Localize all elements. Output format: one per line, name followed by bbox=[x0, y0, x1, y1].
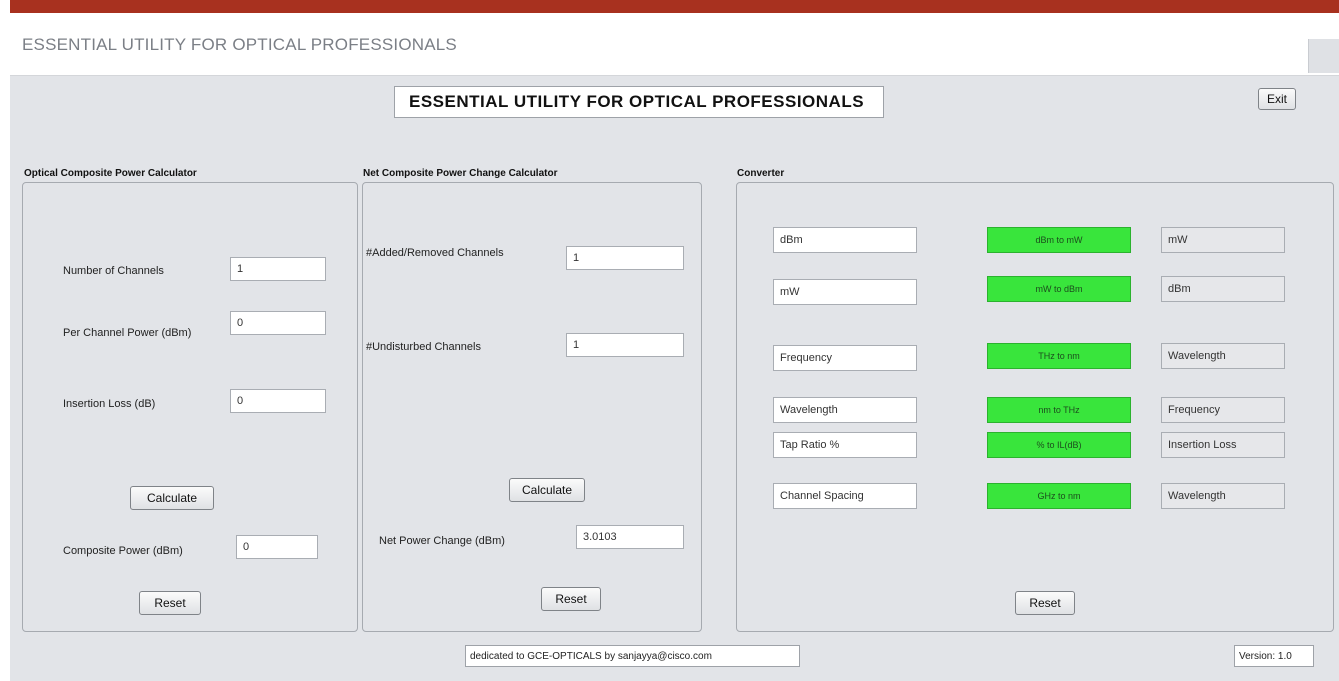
exit-button-label: Exit bbox=[1266, 92, 1287, 106]
net-reset-button[interactable]: Reset bbox=[541, 587, 601, 611]
window-frame-top bbox=[0, 0, 1339, 13]
frequency-output[interactable]: Frequency bbox=[1161, 397, 1285, 423]
converter-reset-label: Reset bbox=[1029, 596, 1061, 610]
net-reset-label: Reset bbox=[555, 592, 587, 606]
per-channel-power-input[interactable]: 0 bbox=[230, 311, 326, 335]
insertion-loss-input[interactable]: 0 bbox=[230, 389, 326, 413]
net-panel: #Added/Removed Channels 1 #Undisturbed C… bbox=[362, 182, 702, 632]
app-banner: ESSENTIAL UTILITY FOR OPTICAL PROFESSION… bbox=[394, 86, 884, 118]
main-client-area: ESSENTIAL UTILITY FOR OPTICAL PROFESSION… bbox=[10, 76, 1339, 681]
converter-section-title: Converter bbox=[737, 168, 785, 179]
converter-reset-button[interactable]: Reset bbox=[1015, 591, 1075, 615]
mw-to-dbm-button[interactable]: mW to dBm bbox=[987, 276, 1131, 302]
title-bar: ESSENTIAL UTILITY FOR OPTICAL PROFESSION… bbox=[10, 13, 1339, 76]
insertion-loss-output[interactable]: Insertion Loss bbox=[1161, 432, 1285, 458]
dbm-input[interactable]: dBm bbox=[773, 227, 917, 253]
channels-label: Number of Channels bbox=[63, 265, 164, 277]
composite-panel: Number of Channels 1 Per Channel Power (… bbox=[22, 182, 358, 632]
window-control-button[interactable] bbox=[1308, 39, 1339, 73]
undisturbed-channels-input[interactable]: 1 bbox=[566, 333, 684, 357]
per-channel-power-label: Per Channel Power (dBm) bbox=[63, 327, 192, 339]
added-channels-input[interactable]: 1 bbox=[566, 246, 684, 270]
dedication-text: dedicated to GCE-OPTICALS by sanjayya@ci… bbox=[465, 645, 800, 667]
undisturbed-channels-label: #Undisturbed Channels bbox=[366, 341, 481, 353]
added-channels-label: #Added/Removed Channels bbox=[366, 247, 504, 259]
composite-calculate-button[interactable]: Calculate bbox=[130, 486, 214, 510]
window-title: ESSENTIAL UTILITY FOR OPTICAL PROFESSION… bbox=[22, 35, 457, 54]
dbm-output[interactable]: dBm bbox=[1161, 276, 1285, 302]
composite-reset-button[interactable]: Reset bbox=[139, 591, 201, 615]
insertion-loss-label: Insertion Loss (dB) bbox=[63, 398, 156, 410]
composite-calculate-label: Calculate bbox=[146, 491, 198, 505]
net-power-change-label: Net Power Change (dBm) bbox=[379, 535, 505, 547]
dbm-to-mw-button[interactable]: dBm to mW bbox=[987, 227, 1131, 253]
wavelength-input[interactable]: Wavelength bbox=[773, 397, 917, 423]
nm-to-thz-button[interactable]: nm to THz bbox=[987, 397, 1131, 423]
frequency-input[interactable]: Frequency bbox=[773, 345, 917, 371]
channels-input[interactable]: 1 bbox=[230, 257, 326, 281]
composite-power-output[interactable]: 0 bbox=[236, 535, 318, 559]
converter-panel: dBm dBm to mW mW mW mW to dBm dBm Freque… bbox=[736, 182, 1334, 632]
tap-ratio-input[interactable]: Tap Ratio % bbox=[773, 432, 917, 458]
mw-output[interactable]: mW bbox=[1161, 227, 1285, 253]
wavelength-output[interactable]: Wavelength bbox=[1161, 343, 1285, 369]
mw-input[interactable]: mW bbox=[773, 279, 917, 305]
percent-to-il-button[interactable]: % to IL(dB) bbox=[987, 432, 1131, 458]
composite-section-title: Optical Composite Power Calculator bbox=[24, 168, 197, 179]
spacing-wavelength-output[interactable]: Wavelength bbox=[1161, 483, 1285, 509]
window-frame-left bbox=[0, 0, 10, 681]
exit-button[interactable]: Exit bbox=[1258, 88, 1296, 110]
composite-power-label: Composite Power (dBm) bbox=[63, 545, 183, 557]
thz-to-nm-button[interactable]: THz to nm bbox=[987, 343, 1131, 369]
composite-reset-label: Reset bbox=[154, 596, 186, 610]
net-power-change-output[interactable]: 3.0103 bbox=[576, 525, 684, 549]
net-section-title: Net Composite Power Change Calculator bbox=[363, 168, 558, 179]
net-calculate-label: Calculate bbox=[521, 483, 573, 497]
channel-spacing-input[interactable]: Channel Spacing bbox=[773, 483, 917, 509]
net-calculate-button[interactable]: Calculate bbox=[509, 478, 585, 502]
ghz-to-nm-button[interactable]: GHz to nm bbox=[987, 483, 1131, 509]
version-text: Version: 1.0 bbox=[1234, 645, 1314, 667]
